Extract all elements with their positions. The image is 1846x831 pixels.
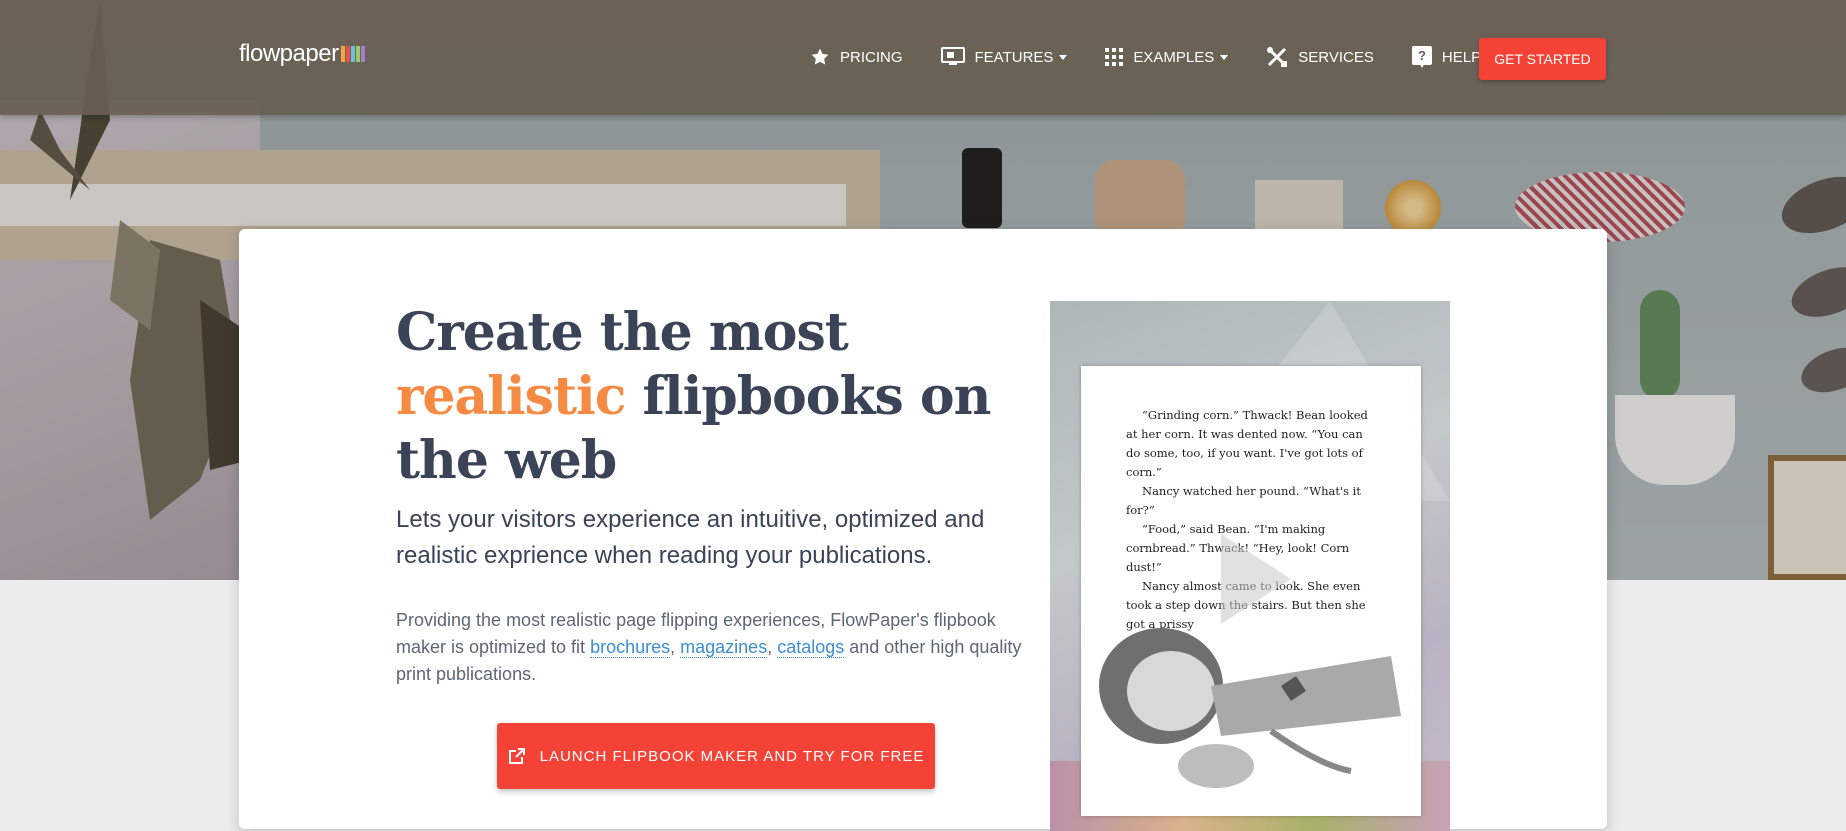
nav-examples-label: EXAMPLES [1133,48,1215,66]
logo-text: flowpaper [239,40,339,67]
play-icon[interactable] [1221,534,1291,624]
nav-services[interactable]: SERVICES [1266,46,1374,68]
nav-features-label: FEATURES [974,48,1054,66]
headline-accent: realistic [396,366,626,427]
hero-description: Providing the most realistic page flippi… [396,610,1022,684]
hero-subhead: Lets your visitors experience an intuiti… [396,506,985,569]
brochures-link[interactable]: brochures [590,637,671,658]
headline-part1: Create the most [396,302,849,363]
main-nav: PRICING FEATURES EXAMPLES SERVICES ? HEL… [810,46,1533,68]
logo-color-bars [340,46,365,62]
desktop-icon [940,47,965,65]
nav-services-label: SERVICES [1298,48,1374,66]
nav-help-label: HELP [1441,48,1482,66]
flipbook-page: “Grinding corn.” Thwack! Bean looked at … [1081,366,1421,816]
catalogs-link[interactable]: catalogs [777,637,845,658]
page-paragraph: “Grinding corn.” Thwack! Bean looked at … [1126,408,1368,479]
svg-text:?: ? [1418,48,1426,63]
apps-grid-icon [1105,48,1124,66]
help-icon: ? [1411,46,1432,68]
magazines-link[interactable]: magazines [680,637,768,658]
get-started-button[interactable]: GET STARTED [1479,38,1606,80]
page-paragraph: Nancy watched her pound. “What's it for?… [1126,484,1361,517]
flipbook-preview[interactable]: “Grinding corn.” Thwack! Bean looked at … [1050,301,1450,831]
top-navbar: flowpaper PRICING FEATURES EXAMPLES SERV… [0,0,1846,115]
nav-examples[interactable]: EXAMPLES [1105,48,1229,66]
launch-flipbook-maker-button[interactable]: LAUNCH FLIPBOOK MAKER AND TRY FOR FREE [497,723,935,789]
nav-features[interactable]: FEATURES [940,47,1068,67]
external-link-icon [508,748,525,764]
hero-card: Create the most realistic flipbooks on t… [239,229,1607,831]
nav-pricing-label: PRICING [840,48,903,66]
chevron-down-icon [1059,54,1068,60]
nav-pricing[interactable]: PRICING [810,47,903,67]
hero-headline: Create the most realistic flipbooks on t… [396,301,996,493]
chevron-down-icon [1220,54,1229,60]
flowpaper-logo[interactable]: flowpaper [239,40,365,68]
tools-icon [1267,47,1288,67]
launch-button-label: LAUNCH FLIPBOOK MAKER AND TRY FOR FREE [539,747,925,765]
star-icon [811,48,829,65]
